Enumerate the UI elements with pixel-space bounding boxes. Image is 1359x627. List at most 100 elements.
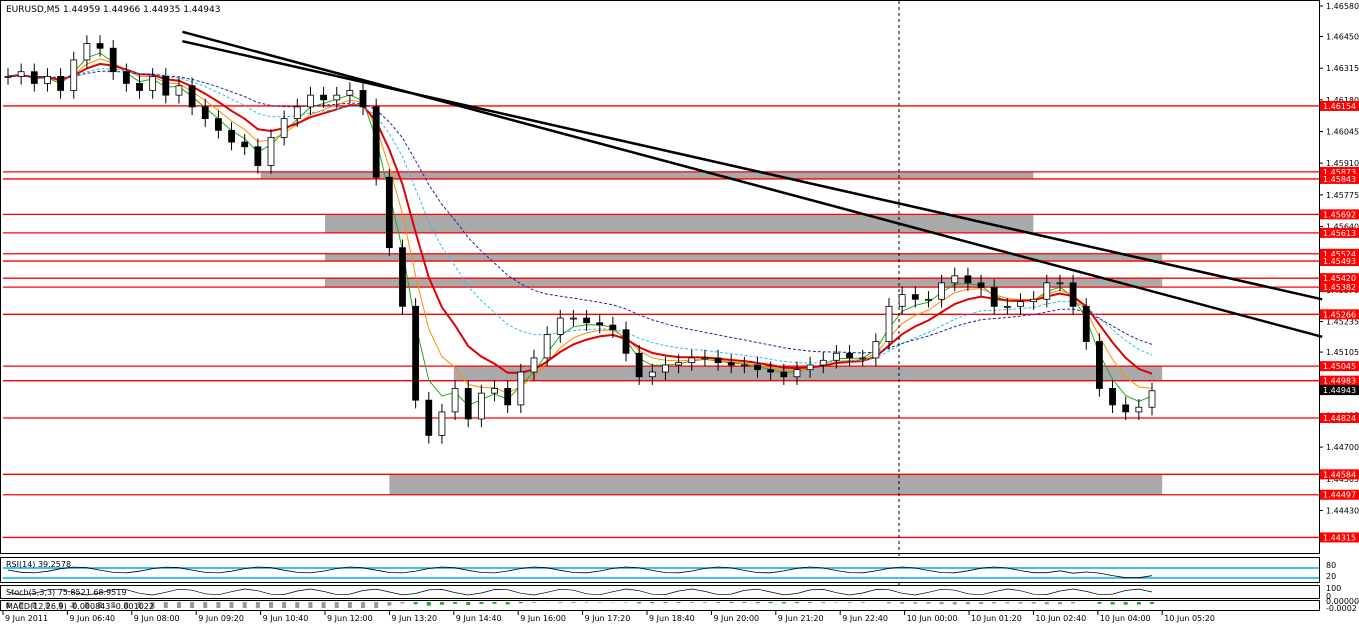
candle xyxy=(505,388,511,404)
macd-bar xyxy=(177,602,181,608)
candle xyxy=(1070,283,1076,306)
candle xyxy=(1149,391,1155,407)
macd-bar xyxy=(335,602,339,608)
macd-bar xyxy=(1032,602,1036,604)
macd-bar xyxy=(677,602,681,603)
macd-bar xyxy=(295,602,299,608)
y-tick-label: 1.46045 xyxy=(1326,128,1359,137)
x-tick-label: 9 Jun 20:00 xyxy=(713,614,759,623)
macd-bar xyxy=(230,602,234,608)
candle xyxy=(557,318,563,334)
macd-bar xyxy=(361,602,365,608)
candle xyxy=(676,363,682,365)
candle xyxy=(1083,306,1089,341)
candle xyxy=(544,334,550,357)
y-tick-label: 1.44430 xyxy=(1326,506,1359,515)
candle xyxy=(768,370,774,372)
candle xyxy=(873,342,879,358)
main-plot-area xyxy=(1,1,1320,554)
macd-bar xyxy=(703,602,707,603)
candle xyxy=(728,363,734,365)
candle xyxy=(71,60,77,91)
macd-bar xyxy=(716,602,720,603)
level-label-3: 1.45692 xyxy=(1323,210,1356,219)
candle xyxy=(268,137,274,165)
level-label-14: 1.44497 xyxy=(1323,491,1356,500)
candle xyxy=(833,353,839,360)
chart-title: EURUSD,M5 1.44959 1.44966 1.44935 1.4494… xyxy=(6,5,220,15)
candle xyxy=(649,372,655,377)
candle xyxy=(465,388,471,419)
x-tick-label: 9 Jun 21:20 xyxy=(778,614,824,623)
y-tick-label: 1.45105 xyxy=(1326,348,1359,357)
macd-bar xyxy=(348,602,352,608)
candle xyxy=(584,318,590,323)
macd-bar xyxy=(322,602,326,608)
current-price-label: 1.44943 xyxy=(1323,386,1356,395)
level-label-8: 1.45382 xyxy=(1323,283,1356,292)
macd-bar xyxy=(742,602,746,603)
candle xyxy=(636,353,642,376)
candle xyxy=(886,306,892,341)
macd-bar xyxy=(374,602,378,608)
candle xyxy=(1110,388,1116,404)
macd-bar xyxy=(861,602,865,603)
x-tick-label: 10 Jun 01:20 xyxy=(971,614,1022,623)
chart-window: 1.465801.464501.463151.461801.460451.459… xyxy=(0,0,1359,623)
candle xyxy=(294,107,300,119)
x-tick-label: 9 Jun 06:40 xyxy=(69,614,115,623)
macd-bar xyxy=(663,602,667,603)
macd-bar xyxy=(848,602,852,603)
candle xyxy=(623,330,629,353)
y-tick-label: 1.46450 xyxy=(1326,33,1359,42)
candle xyxy=(1057,283,1063,284)
macd-bar xyxy=(900,602,904,604)
level-label-12: 1.44824 xyxy=(1323,414,1356,423)
candle xyxy=(978,283,984,288)
candle xyxy=(1004,306,1010,307)
y-tick-label: 1.45910 xyxy=(1326,159,1359,168)
x-tick-label: 9 Jun 2011 xyxy=(5,614,48,623)
candle xyxy=(84,44,90,60)
candle xyxy=(31,72,37,84)
candle xyxy=(570,318,576,319)
y-tick-label: 1.46580 xyxy=(1326,2,1359,11)
macd-bar xyxy=(453,602,457,604)
macd-bar xyxy=(571,602,575,603)
candle xyxy=(399,248,405,307)
rsi-label: RSI(14) 39.2578 xyxy=(6,560,71,569)
candle xyxy=(939,283,945,299)
macd-bar xyxy=(1019,602,1023,604)
candle xyxy=(439,412,445,435)
x-tick-label: 9 Jun 09:20 xyxy=(198,614,244,623)
price-chart[interactable]: 1.465801.464501.463151.461801.460451.459… xyxy=(0,0,1359,623)
macd-bar xyxy=(400,602,404,603)
candle xyxy=(912,295,918,300)
candle xyxy=(58,76,64,90)
x-tick-label: 9 Jun 10:40 xyxy=(263,614,309,623)
x-tick-label: 9 Jun 08:00 xyxy=(134,614,180,623)
macd-bar xyxy=(466,602,470,605)
level-label-15: 1.44315 xyxy=(1323,533,1356,542)
macd-bar xyxy=(992,602,996,603)
x-tick-label: 9 Jun 22:40 xyxy=(842,614,888,623)
candle xyxy=(360,90,366,106)
candle xyxy=(321,95,327,100)
macd-bar xyxy=(532,602,536,603)
macd-bar xyxy=(782,602,786,603)
candle xyxy=(189,86,195,107)
macd-bar xyxy=(585,602,589,603)
candle xyxy=(531,358,537,372)
y-tick-label: 1.45775 xyxy=(1326,191,1359,200)
x-tick-label: 9 Jun 17:20 xyxy=(585,614,631,623)
macd-bar xyxy=(913,602,917,604)
candle xyxy=(952,276,958,283)
macd-bar xyxy=(216,602,220,608)
candle xyxy=(847,353,853,358)
x-tick-label: 10 Jun 05:20 xyxy=(1164,614,1215,623)
macd-bar xyxy=(519,602,523,603)
y-tick-label: 1.46315 xyxy=(1326,64,1359,73)
level-label-9: 1.45266 xyxy=(1323,310,1356,319)
macd-bar xyxy=(756,602,760,603)
level-label-6: 1.45493 xyxy=(1323,257,1356,266)
